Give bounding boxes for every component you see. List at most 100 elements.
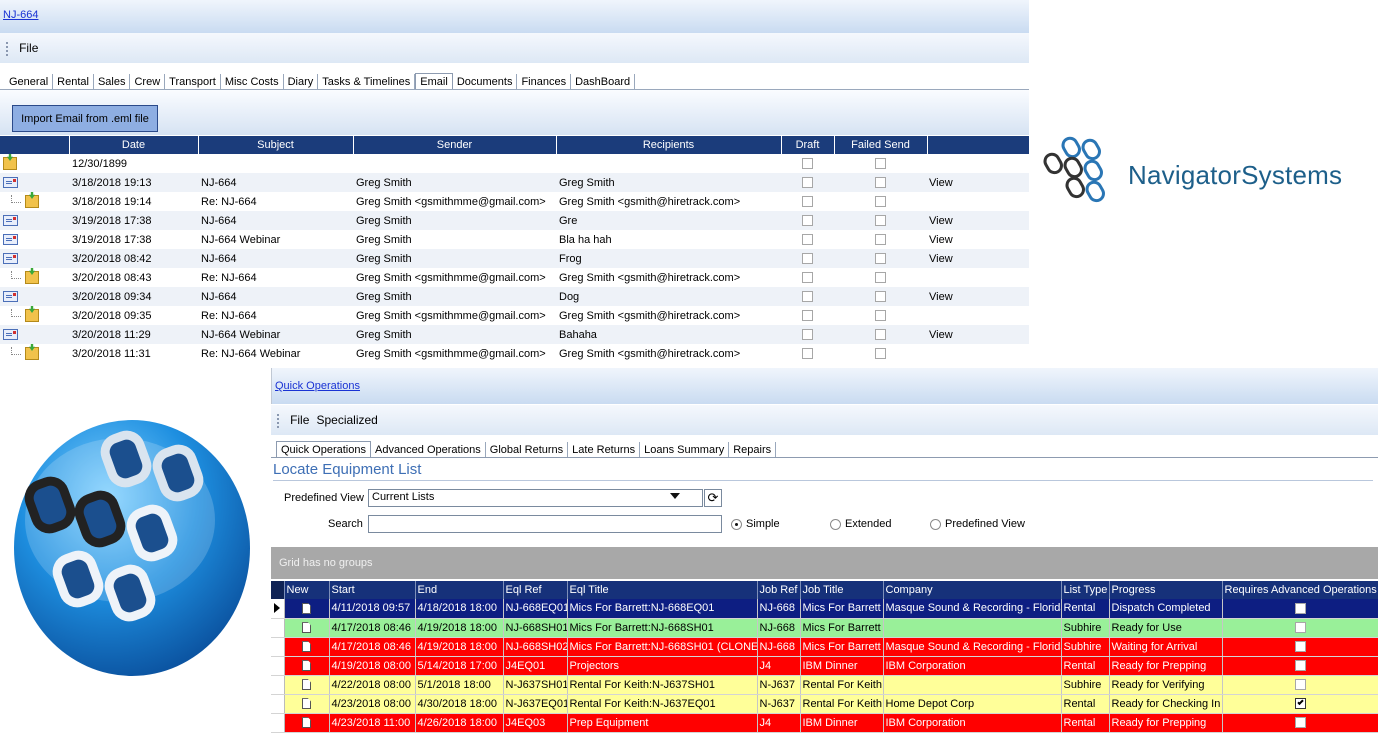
- col-date[interactable]: Date: [69, 136, 199, 154]
- failed-send-checkbox[interactable]: [875, 291, 886, 303]
- qo-tab-5[interactable]: Repairs: [729, 442, 777, 457]
- failed-send-checkbox[interactable]: [875, 215, 886, 227]
- job-link[interactable]: NJ-664: [3, 9, 38, 21]
- qo-tab-1[interactable]: Advanced Operations: [371, 442, 486, 457]
- col-recipients[interactable]: Recipients: [556, 136, 782, 154]
- email-view-link[interactable]: View: [927, 249, 1029, 268]
- failed-send-checkbox[interactable]: [875, 234, 886, 246]
- requires-advanced-checkbox[interactable]: [1294, 622, 1306, 634]
- tab-6[interactable]: Diary: [284, 74, 319, 89]
- requires-advanced-checkbox[interactable]: [1294, 698, 1306, 710]
- email-view-link[interactable]: View: [927, 211, 1029, 230]
- requires-advanced-checkbox[interactable]: [1294, 717, 1306, 729]
- col-subject[interactable]: Subject: [198, 136, 354, 154]
- failed-send-checkbox[interactable]: [875, 253, 886, 265]
- tab-8[interactable]: Email: [415, 73, 453, 89]
- draft-checkbox[interactable]: [802, 215, 813, 227]
- qo-tab-0[interactable]: Quick Operations: [276, 441, 371, 457]
- qo-menu-specialized[interactable]: Specialized: [314, 413, 379, 427]
- email-row[interactable]: 3/20/2018 11:31 Re: NJ-664 Webinar Greg Sm…: [0, 344, 1029, 363]
- equipment-row[interactable]: 4/17/2018 08:46 4/19/2018 18:00 NJ-668SH01…: [271, 618, 1378, 638]
- email-row[interactable]: 3/18/2018 19:13 NJ-664 Greg Smith Greg Smit…: [0, 173, 1029, 192]
- draft-checkbox[interactable]: [802, 310, 813, 322]
- quick-operations-link[interactable]: Quick Operations: [275, 380, 360, 392]
- tab-11[interactable]: DashBoard: [571, 74, 636, 89]
- requires-advanced-checkbox[interactable]: [1294, 641, 1306, 653]
- col-company[interactable]: Company: [883, 581, 1062, 599]
- draft-checkbox[interactable]: [802, 253, 813, 265]
- qo-tab-4[interactable]: Loans Summary: [640, 442, 730, 457]
- failed-send-checkbox[interactable]: [875, 177, 886, 189]
- draft-checkbox[interactable]: [802, 329, 813, 341]
- draft-checkbox[interactable]: [802, 291, 813, 303]
- menu-file[interactable]: File: [17, 41, 40, 55]
- qo-menu-file[interactable]: File: [288, 413, 311, 427]
- draft-checkbox[interactable]: [802, 272, 813, 284]
- requires-advanced-checkbox[interactable]: [1294, 679, 1306, 691]
- qo-tab-2[interactable]: Global Returns: [486, 442, 569, 457]
- equipment-row[interactable]: 4/23/2018 11:00 4/26/2018 18:00 J4EQ03 Prep…: [271, 713, 1378, 733]
- tab-5[interactable]: Misc Costs: [221, 74, 284, 89]
- import-email-button[interactable]: Import Email from .eml file: [12, 105, 158, 132]
- tab-4[interactable]: Transport: [165, 74, 221, 89]
- email-row[interactable]: 3/20/2018 09:35 Re: NJ-664 Greg Smith <gsm…: [0, 306, 1029, 325]
- equipment-row[interactable]: 4/17/2018 08:46 4/19/2018 18:00 NJ-668SH02…: [271, 637, 1378, 657]
- col-sender[interactable]: Sender: [353, 136, 557, 154]
- email-row[interactable]: 3/20/2018 09:34 NJ-664 Greg Smith Dog View: [0, 287, 1029, 306]
- email-view-link[interactable]: View: [927, 230, 1029, 249]
- email-row[interactable]: 3/20/2018 11:29 NJ-664 Webinar Greg Smith B…: [0, 325, 1029, 344]
- failed-send-checkbox[interactable]: [875, 329, 886, 341]
- col-new[interactable]: New: [284, 581, 330, 599]
- draft-checkbox[interactable]: [802, 177, 813, 189]
- radio-simple[interactable]: Simple: [731, 518, 780, 530]
- equipment-row[interactable]: 4/22/2018 08:00 5/1/2018 18:00 N-J637SH01 R…: [271, 675, 1378, 695]
- refresh-button[interactable]: ⟳: [704, 489, 722, 507]
- col-job-title[interactable]: Job Title: [800, 581, 884, 599]
- tab-0[interactable]: General: [5, 74, 54, 89]
- email-row[interactable]: 3/18/2018 19:14 Re: NJ-664 Greg Smith <gsm…: [0, 192, 1029, 211]
- email-row[interactable]: 3/19/2018 17:38 NJ-664 Webinar Greg Smith B…: [0, 230, 1029, 249]
- col-list-type[interactable]: List Type: [1061, 581, 1110, 599]
- email-row[interactable]: 3/19/2018 17:38 NJ-664 Greg Smith Gre View: [0, 211, 1029, 230]
- email-view-link[interactable]: View: [927, 287, 1029, 306]
- email-view-link[interactable]: View: [927, 325, 1029, 344]
- col-end[interactable]: End: [415, 581, 504, 599]
- failed-send-checkbox[interactable]: [875, 196, 886, 208]
- equipment-row[interactable]: 4/19/2018 08:00 5/14/2018 17:00 J4EQ01 Proj…: [271, 656, 1378, 676]
- equipment-row[interactable]: 4/11/2018 09:57 4/18/2018 18:00 NJ-668EQ01…: [271, 599, 1378, 619]
- col-eql-ref[interactable]: Eql Ref: [503, 581, 568, 599]
- tab-1[interactable]: Rental: [53, 74, 94, 89]
- draft-checkbox[interactable]: [802, 348, 813, 360]
- draft-checkbox[interactable]: [802, 234, 813, 246]
- search-input[interactable]: [368, 515, 722, 533]
- email-row[interactable]: 3/20/2018 08:42 NJ-664 Greg Smith Frog View: [0, 249, 1029, 268]
- tab-9[interactable]: Documents: [453, 74, 518, 89]
- qo-tab-3[interactable]: Late Returns: [568, 442, 641, 457]
- col-requires-advanced[interactable]: Requires Advanced Operations: [1222, 581, 1378, 599]
- col-start[interactable]: Start: [329, 581, 416, 599]
- radio-extended[interactable]: Extended: [830, 518, 891, 530]
- tab-10[interactable]: Finances: [517, 74, 572, 89]
- col-job-ref[interactable]: Job Ref: [757, 581, 801, 599]
- draft-checkbox[interactable]: [802, 158, 813, 170]
- predefined-view-select[interactable]: Current Lists: [368, 489, 703, 507]
- failed-send-checkbox[interactable]: [875, 310, 886, 322]
- radio-predefined-view[interactable]: Predefined View: [930, 518, 1025, 530]
- email-view-link[interactable]: View: [927, 173, 1029, 192]
- email-row[interactable]: 12/30/1899: [0, 154, 1029, 173]
- col-progress[interactable]: Progress: [1109, 581, 1223, 599]
- group-panel[interactable]: Grid has no groups: [271, 547, 1378, 579]
- email-row[interactable]: 3/20/2018 08:43 Re: NJ-664 Greg Smith <gsm…: [0, 268, 1029, 287]
- chevron-down-icon[interactable]: [670, 493, 680, 499]
- failed-send-checkbox[interactable]: [875, 272, 886, 284]
- equipment-row[interactable]: 4/23/2018 08:00 4/30/2018 18:00 N-J637EQ01…: [271, 694, 1378, 714]
- draft-checkbox[interactable]: [802, 196, 813, 208]
- tab-7[interactable]: Tasks & Timelines: [318, 74, 416, 89]
- col-failed-send[interactable]: Failed Send: [834, 136, 928, 154]
- col-draft[interactable]: Draft: [781, 136, 835, 154]
- col-eql-title[interactable]: Eql Title: [567, 581, 758, 599]
- requires-advanced-checkbox[interactable]: [1294, 660, 1306, 672]
- failed-send-checkbox[interactable]: [875, 158, 886, 170]
- failed-send-checkbox[interactable]: [875, 348, 886, 360]
- requires-advanced-checkbox[interactable]: [1294, 602, 1306, 614]
